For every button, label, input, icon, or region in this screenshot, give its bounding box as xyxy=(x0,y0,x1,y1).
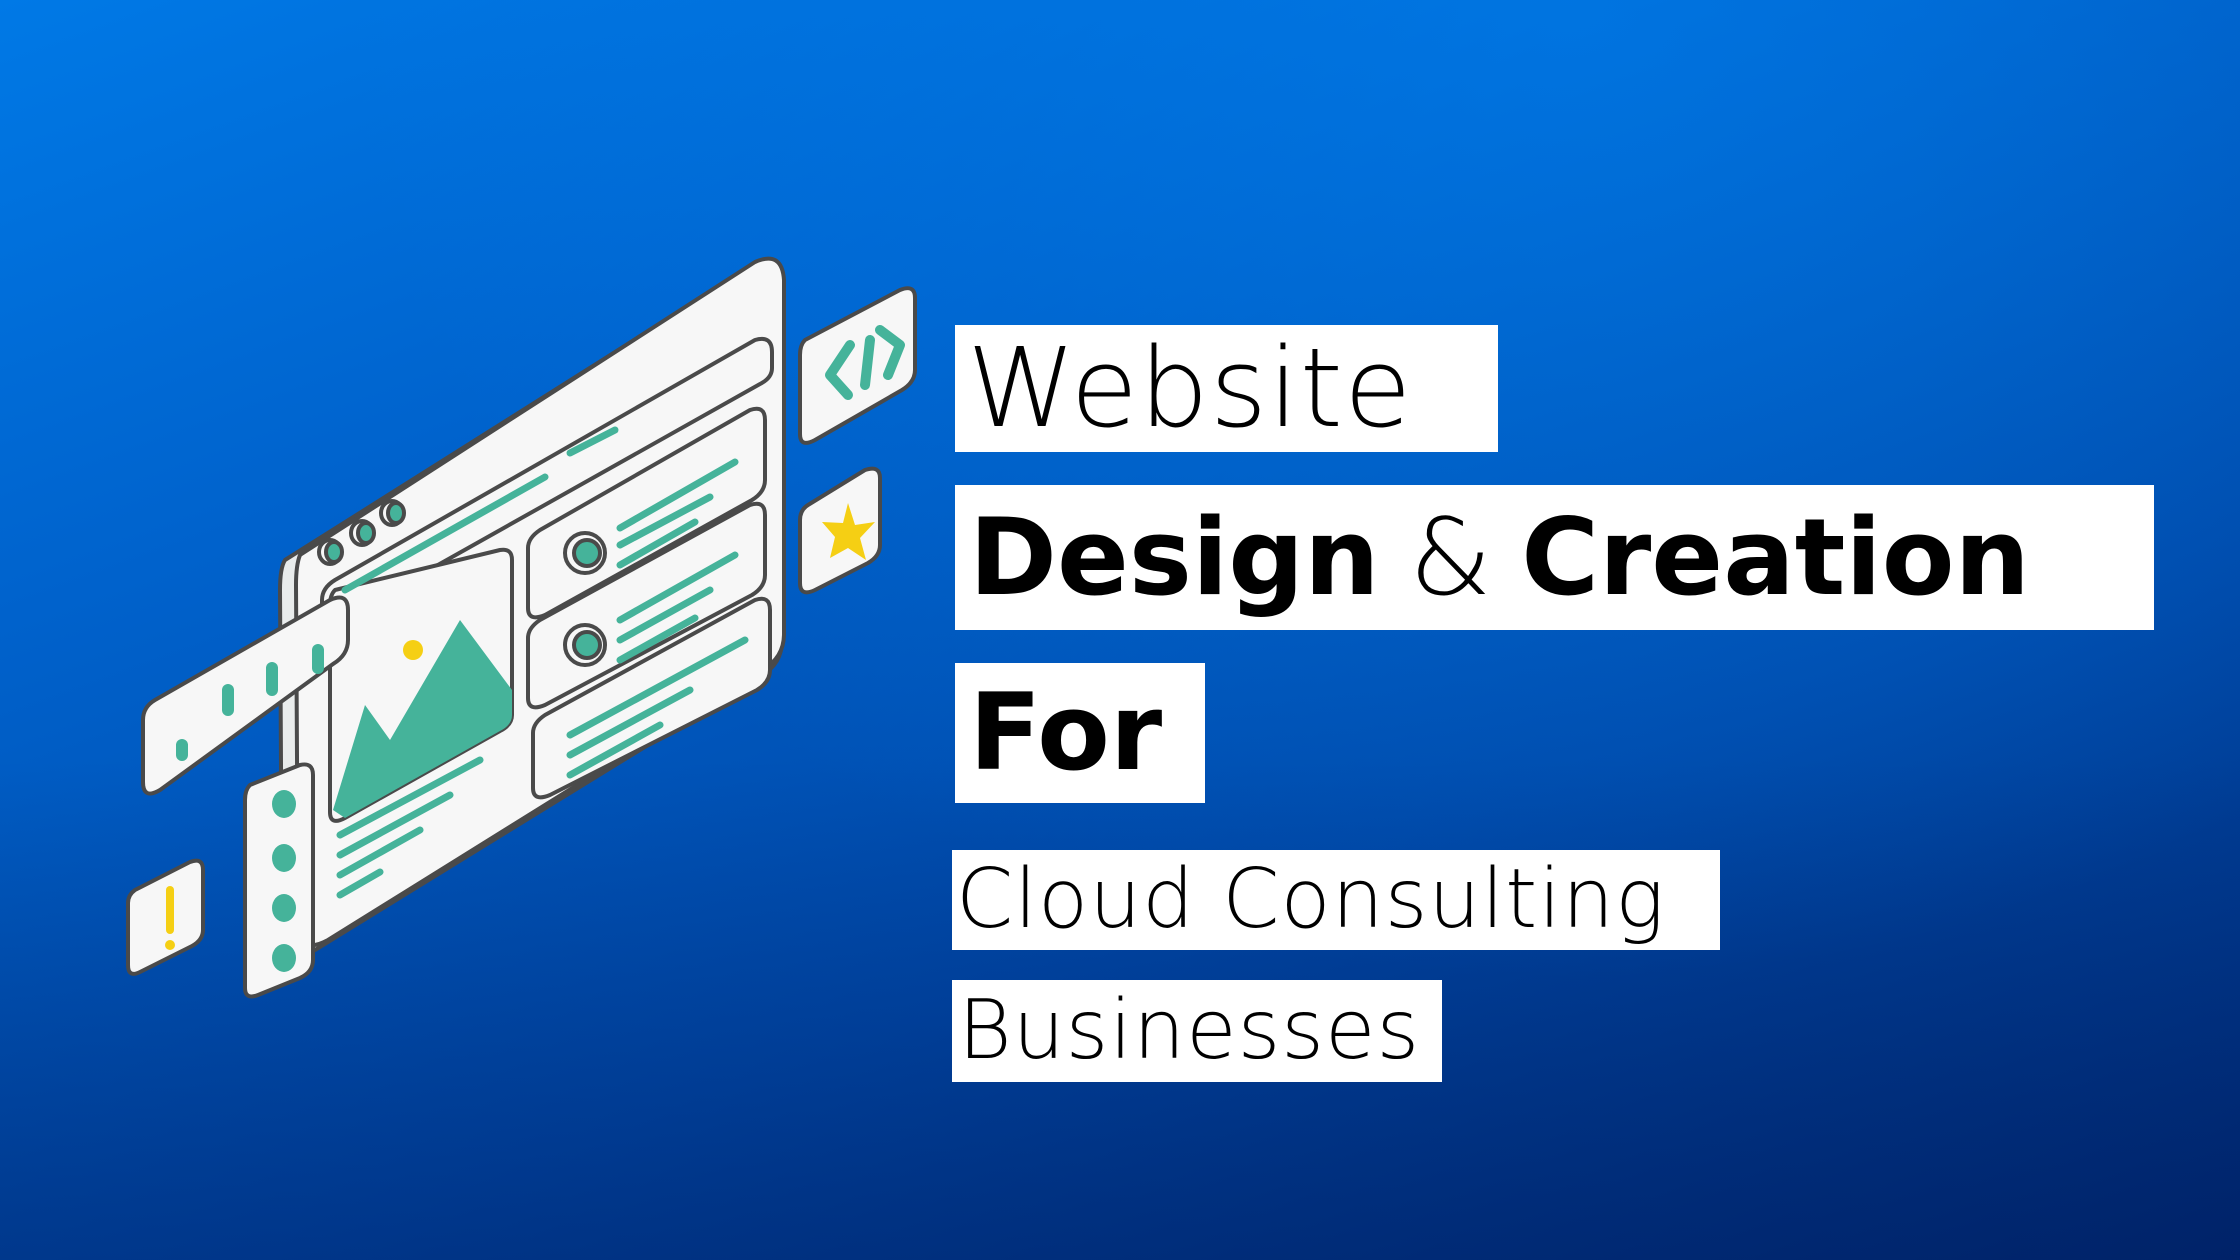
sidebar-dots-panel xyxy=(243,762,315,999)
title-line-design-creation: Design & Creation xyxy=(955,485,2154,630)
title-design: Design xyxy=(969,496,1380,619)
title-ampersand: & xyxy=(1409,496,1492,619)
code-icon xyxy=(798,286,917,445)
alert-icon xyxy=(126,858,205,976)
title-line-for: For xyxy=(955,663,1205,803)
star-icon xyxy=(798,466,882,595)
subtitle-line-industry: Cloud Consulting xyxy=(952,850,1720,950)
title-creation: Creation xyxy=(1521,496,2031,619)
subtitle-line-businesses: Businesses xyxy=(952,980,1442,1082)
title-line-website: Website xyxy=(955,325,1498,452)
